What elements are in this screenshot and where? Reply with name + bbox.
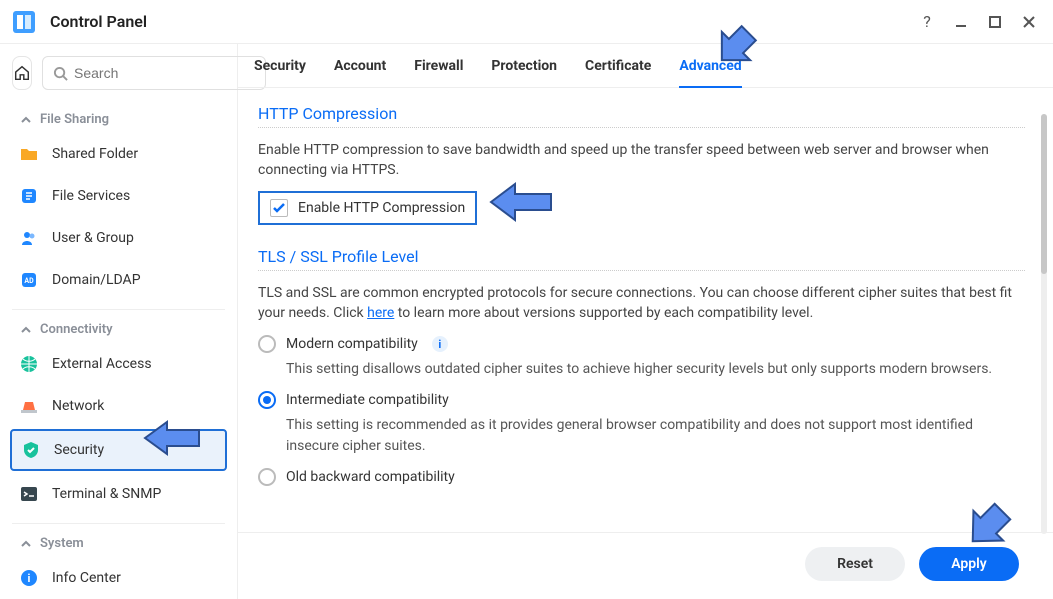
tls-desc-part2: to learn more about versions supported b… xyxy=(394,305,813,321)
info-icon: i xyxy=(18,567,40,589)
content-area: HTTP Compression Enable HTTP compression… xyxy=(238,88,1053,532)
sidebar-item-label: Info Center xyxy=(52,570,121,586)
radio-label: Modern compatibility xyxy=(286,336,418,352)
sidebar-item-file-services[interactable]: File Services xyxy=(0,175,237,217)
file-services-icon xyxy=(18,185,40,207)
radio-modern-compat[interactable]: Modern compatibility i xyxy=(258,335,1025,353)
help-button[interactable]: ? xyxy=(917,12,937,32)
sidebar-item-label: File Services xyxy=(52,188,130,204)
sidebar-section-connectivity[interactable]: Connectivity xyxy=(0,310,237,343)
sidebar-section-file-sharing[interactable]: File Sharing xyxy=(0,100,237,133)
sidebar-item-external-access[interactable]: External Access xyxy=(0,343,237,385)
sidebar-item-info-center[interactable]: i Info Center xyxy=(0,557,237,599)
section-label: Connectivity xyxy=(40,322,113,337)
modern-compat-desc: This setting disallows outdated cipher s… xyxy=(286,359,1025,379)
sidebar-item-network[interactable]: Network xyxy=(0,385,237,427)
radio-icon xyxy=(258,468,276,486)
shield-icon xyxy=(20,439,42,461)
sidebar-item-label: User & Group xyxy=(52,230,134,246)
tab-security[interactable]: Security xyxy=(254,58,306,87)
titlebar: Control Panel ? xyxy=(0,0,1053,44)
window-root: Control Panel ? xyxy=(0,0,1053,599)
chevron-up-icon xyxy=(20,324,32,336)
sidebar-item-label: Shared Folder xyxy=(52,146,138,162)
chevron-up-icon xyxy=(20,538,32,550)
tab-certificate[interactable]: Certificate xyxy=(585,58,651,87)
intermediate-compat-desc: This setting is recommended as it provid… xyxy=(286,415,1025,456)
main-panel: Security Account Firewall Protection Cer… xyxy=(238,44,1053,599)
app-icon xyxy=(10,8,38,36)
folder-icon xyxy=(18,143,40,165)
tab-advanced[interactable]: Advanced xyxy=(679,58,741,88)
http-compression-desc: Enable HTTP compression to save bandwidt… xyxy=(258,140,1025,181)
svg-text:i: i xyxy=(28,572,31,585)
sidebar-item-user-group[interactable]: User & Group xyxy=(0,217,237,259)
sidebar-item-label: Domain/LDAP xyxy=(52,272,141,288)
http-compression-title: HTTP Compression xyxy=(258,104,1025,123)
home-icon xyxy=(13,64,31,82)
tls-title: TLS / SSL Profile Level xyxy=(258,247,1025,266)
ldap-icon: AD xyxy=(18,269,40,291)
section-label: File Sharing xyxy=(40,112,109,127)
scrollbar[interactable] xyxy=(1041,114,1047,534)
chevron-up-icon xyxy=(20,114,32,126)
sidebar: File Sharing Shared Folder File Services… xyxy=(0,44,238,599)
terminal-icon xyxy=(18,483,40,505)
minimize-button[interactable] xyxy=(951,12,971,32)
tls-desc: TLS and SSL are common encrypted protoco… xyxy=(258,283,1025,324)
sidebar-item-domain-ldap[interactable]: AD Domain/LDAP xyxy=(0,259,237,301)
sidebar-item-security[interactable]: Security xyxy=(10,429,227,471)
network-icon xyxy=(18,395,40,417)
tabs: Security Account Firewall Protection Cer… xyxy=(238,44,1053,88)
maximize-button[interactable] xyxy=(985,12,1005,32)
section-label: System xyxy=(40,536,84,551)
tab-protection[interactable]: Protection xyxy=(491,58,557,87)
sidebar-item-label: Terminal & SNMP xyxy=(52,486,161,502)
radio-label: Intermediate compatibility xyxy=(286,392,449,408)
sidebar-section-system[interactable]: System xyxy=(0,524,237,557)
radio-icon xyxy=(258,391,276,409)
tab-firewall[interactable]: Firewall xyxy=(414,58,463,87)
close-button[interactable] xyxy=(1019,12,1039,32)
window-controls: ? xyxy=(917,12,1039,32)
learn-more-link[interactable]: here xyxy=(367,305,394,321)
apply-button[interactable]: Apply xyxy=(919,547,1019,581)
tab-account[interactable]: Account xyxy=(334,58,386,87)
checkbox-label: Enable HTTP Compression xyxy=(298,200,465,216)
scrollbar-thumb[interactable] xyxy=(1041,114,1047,274)
radio-icon xyxy=(258,335,276,353)
svg-text:AD: AD xyxy=(24,277,34,285)
search-icon xyxy=(53,66,68,81)
globe-icon xyxy=(18,353,40,375)
radio-old-compat[interactable]: Old backward compatibility xyxy=(258,468,1025,486)
info-icon[interactable]: i xyxy=(432,336,448,352)
sidebar-item-label: Security xyxy=(54,442,104,458)
sidebar-item-label: External Access xyxy=(52,356,152,372)
reset-button[interactable]: Reset xyxy=(805,547,905,581)
checkbox-icon xyxy=(270,199,288,217)
sidebar-item-terminal-snmp[interactable]: Terminal & SNMP xyxy=(0,473,237,515)
users-icon xyxy=(18,227,40,249)
sidebar-item-shared-folder[interactable]: Shared Folder xyxy=(0,133,237,175)
enable-http-compression-checkbox[interactable]: Enable HTTP Compression xyxy=(258,191,477,225)
radio-label: Old backward compatibility xyxy=(286,469,455,485)
radio-intermediate-compat[interactable]: Intermediate compatibility xyxy=(258,391,1025,409)
search-input[interactable] xyxy=(74,65,255,81)
home-button[interactable] xyxy=(12,56,32,90)
footer: Reset Apply xyxy=(238,532,1053,599)
window-title: Control Panel xyxy=(50,12,147,31)
sidebar-item-label: Network xyxy=(52,398,104,414)
search-field[interactable] xyxy=(42,56,266,90)
